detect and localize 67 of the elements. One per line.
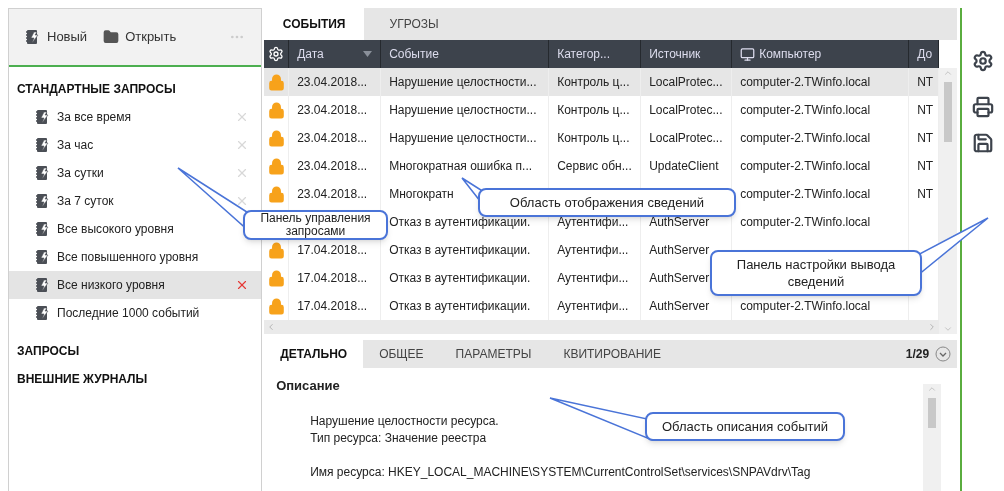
query-label: Последние 1000 событий <box>57 305 200 322</box>
table-cell-text: Аутентифи... <box>557 242 629 259</box>
table-cell-text: 23.04.2018... <box>297 130 368 147</box>
table-cell-text: Отказ в аутентификации. <box>389 214 531 231</box>
query-label: Все повышенного уровня <box>57 249 199 266</box>
table-cell-text: AuthServer <box>649 298 710 315</box>
query-label: За час <box>57 137 94 154</box>
table-cell-text: Нарушение целостности... <box>389 74 537 91</box>
table-cell-text: Отказ в аутентификации. <box>389 298 531 315</box>
column-label: До <box>917 46 933 63</box>
table-cell-text: Многократная ошибка п... <box>389 158 533 175</box>
table-cell-text: Отказ в аутентификации. <box>389 242 531 259</box>
query-label: Все высокого уровня <box>57 221 174 238</box>
table-cell-text: 17.04.2018... <box>297 242 368 259</box>
table-cell-text: Нарушение целостности... <box>389 102 537 119</box>
table-cell-text: computer-2.TWinfo.local <box>740 158 871 175</box>
description-line: Тип ресурса: Значение реестра <box>310 429 487 446</box>
table-cell-text: NT <box>917 130 934 147</box>
callout: Панель настройки вывода сведений <box>710 250 922 296</box>
description-line: Имя ресурса: HKEY_LOCAL_MACHINE\SYSTEM\CurrentControlSet\services\SNPAVdrv\Tag <box>310 463 811 480</box>
table-cell-text: Отказ в аутентификации. <box>389 270 531 287</box>
table-cell-text: LocalProtec... <box>649 74 723 91</box>
table-cell-text: 23.04.2018... <box>297 74 368 91</box>
page-counter: 1/29 <box>905 346 930 363</box>
table-cell-text: computer-2.TWinfo.local <box>740 74 871 91</box>
table-cell-text: Многократн <box>389 186 454 203</box>
column-label: Источник <box>649 46 701 63</box>
table-cell-text: LocalProtec... <box>649 102 723 119</box>
query-label: За 7 суток <box>57 193 114 210</box>
table-cell-text: AuthServer <box>649 242 710 259</box>
table-cell-text: UpdateClient <box>649 158 719 175</box>
column-label: Событие <box>389 46 439 63</box>
table-cell-text: LocalProtec... <box>649 130 723 147</box>
table-cell-text: Сервис обн... <box>557 158 632 175</box>
query-label: За все время <box>57 109 131 126</box>
table-cell-text: Аутентифи... <box>557 298 629 315</box>
table-cell-text: Нарушение целостности... <box>389 130 537 147</box>
table-cell-text: AuthServer <box>649 214 710 231</box>
table-cell-text: 17.04.2018... <box>297 298 368 315</box>
table-cell-text: computer-2.TWinfo.local <box>740 214 871 231</box>
table-cell-text: computer-2.TWinfo.local <box>740 298 871 315</box>
query-label: За сутки <box>57 165 104 182</box>
description-line: Нарушение целостности ресурса. <box>310 412 499 429</box>
description-heading: Описание <box>276 377 341 395</box>
table-cell-text: Контроль ц... <box>557 74 630 91</box>
table-cell-text: NT <box>917 102 934 119</box>
callout: Область описания событий <box>645 412 845 441</box>
query-label: Все низкого уровня <box>57 277 165 294</box>
table-cell-text: NT <box>917 74 934 91</box>
table-cell-text: Аутентифи... <box>557 270 629 287</box>
table-cell-text: Аутентифи... <box>557 214 629 231</box>
table-cell-text: computer-2.TWinfo.local <box>740 102 871 119</box>
table-cell-text: 17.04.2018... <box>297 270 368 287</box>
table-cell-text: 23.04.2018... <box>297 186 368 203</box>
column-label: Категор... <box>557 46 611 63</box>
table-cell-text: 23.04.2018... <box>297 102 368 119</box>
table-cell-text: computer-2.TWinfo.local <box>740 186 871 203</box>
table-cell-text: NT <box>917 186 934 203</box>
table-cell-text: Контроль ц... <box>557 130 630 147</box>
callout: Панель управления запросами <box>243 210 388 240</box>
table-cell-text: NT <box>917 158 934 175</box>
column-label: Компьютер <box>759 46 822 63</box>
table-cell-text: AuthServer <box>649 270 710 287</box>
table-cell-text: computer-2.TWinfo.local <box>740 130 871 147</box>
table-cell-text: Контроль ц... <box>557 102 630 119</box>
table-cell-text: 23.04.2018... <box>297 158 368 175</box>
column-label: Дата <box>297 46 324 63</box>
